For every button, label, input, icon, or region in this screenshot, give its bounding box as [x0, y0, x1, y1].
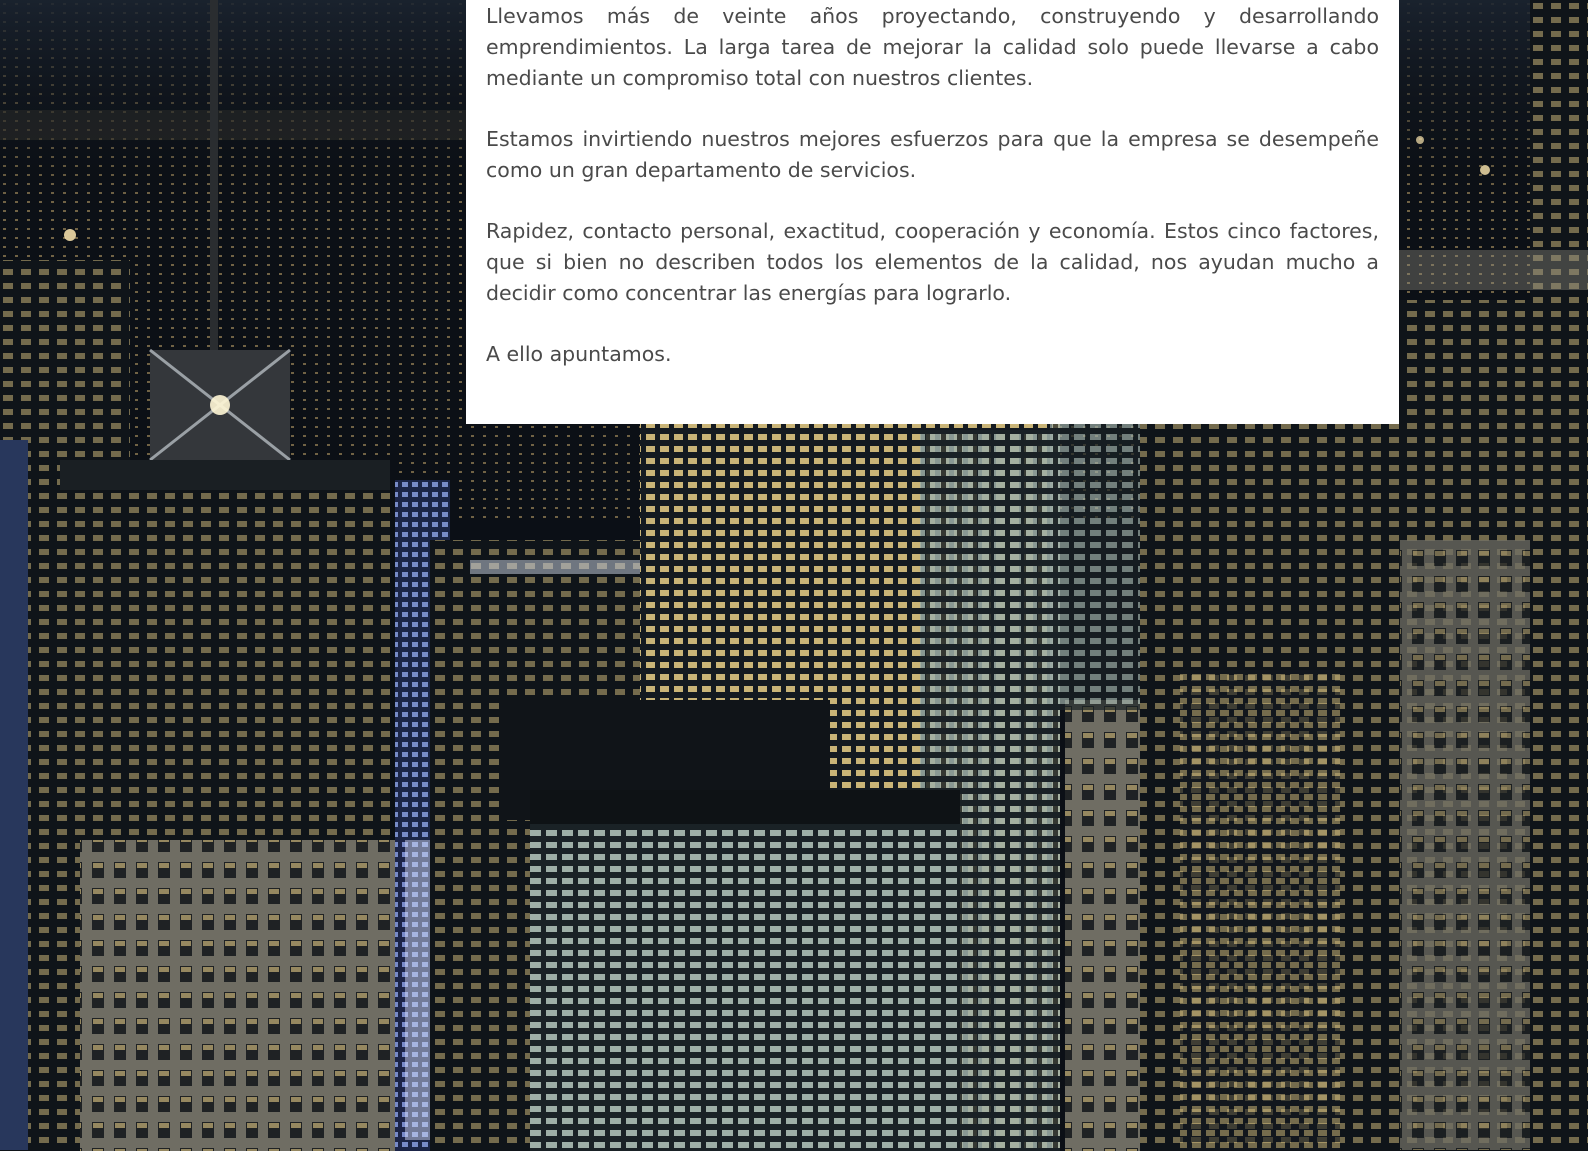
paragraph-experience: Llevamos más de veinte años proyectando,… — [486, 4, 1379, 90]
paragraph-effort: Estamos invirtiendo nuestros mejores esf… — [486, 127, 1379, 182]
paragraph-closing: A ello apuntamos. — [486, 342, 672, 366]
paragraph-factors: Rapidez, contacto personal, exactitud, c… — [486, 219, 1379, 305]
intro-text-card: Llevamos más de veinte años proyectando,… — [466, 0, 1399, 424]
page: Llevamos más de veinte años proyectando,… — [0, 0, 1588, 1151]
